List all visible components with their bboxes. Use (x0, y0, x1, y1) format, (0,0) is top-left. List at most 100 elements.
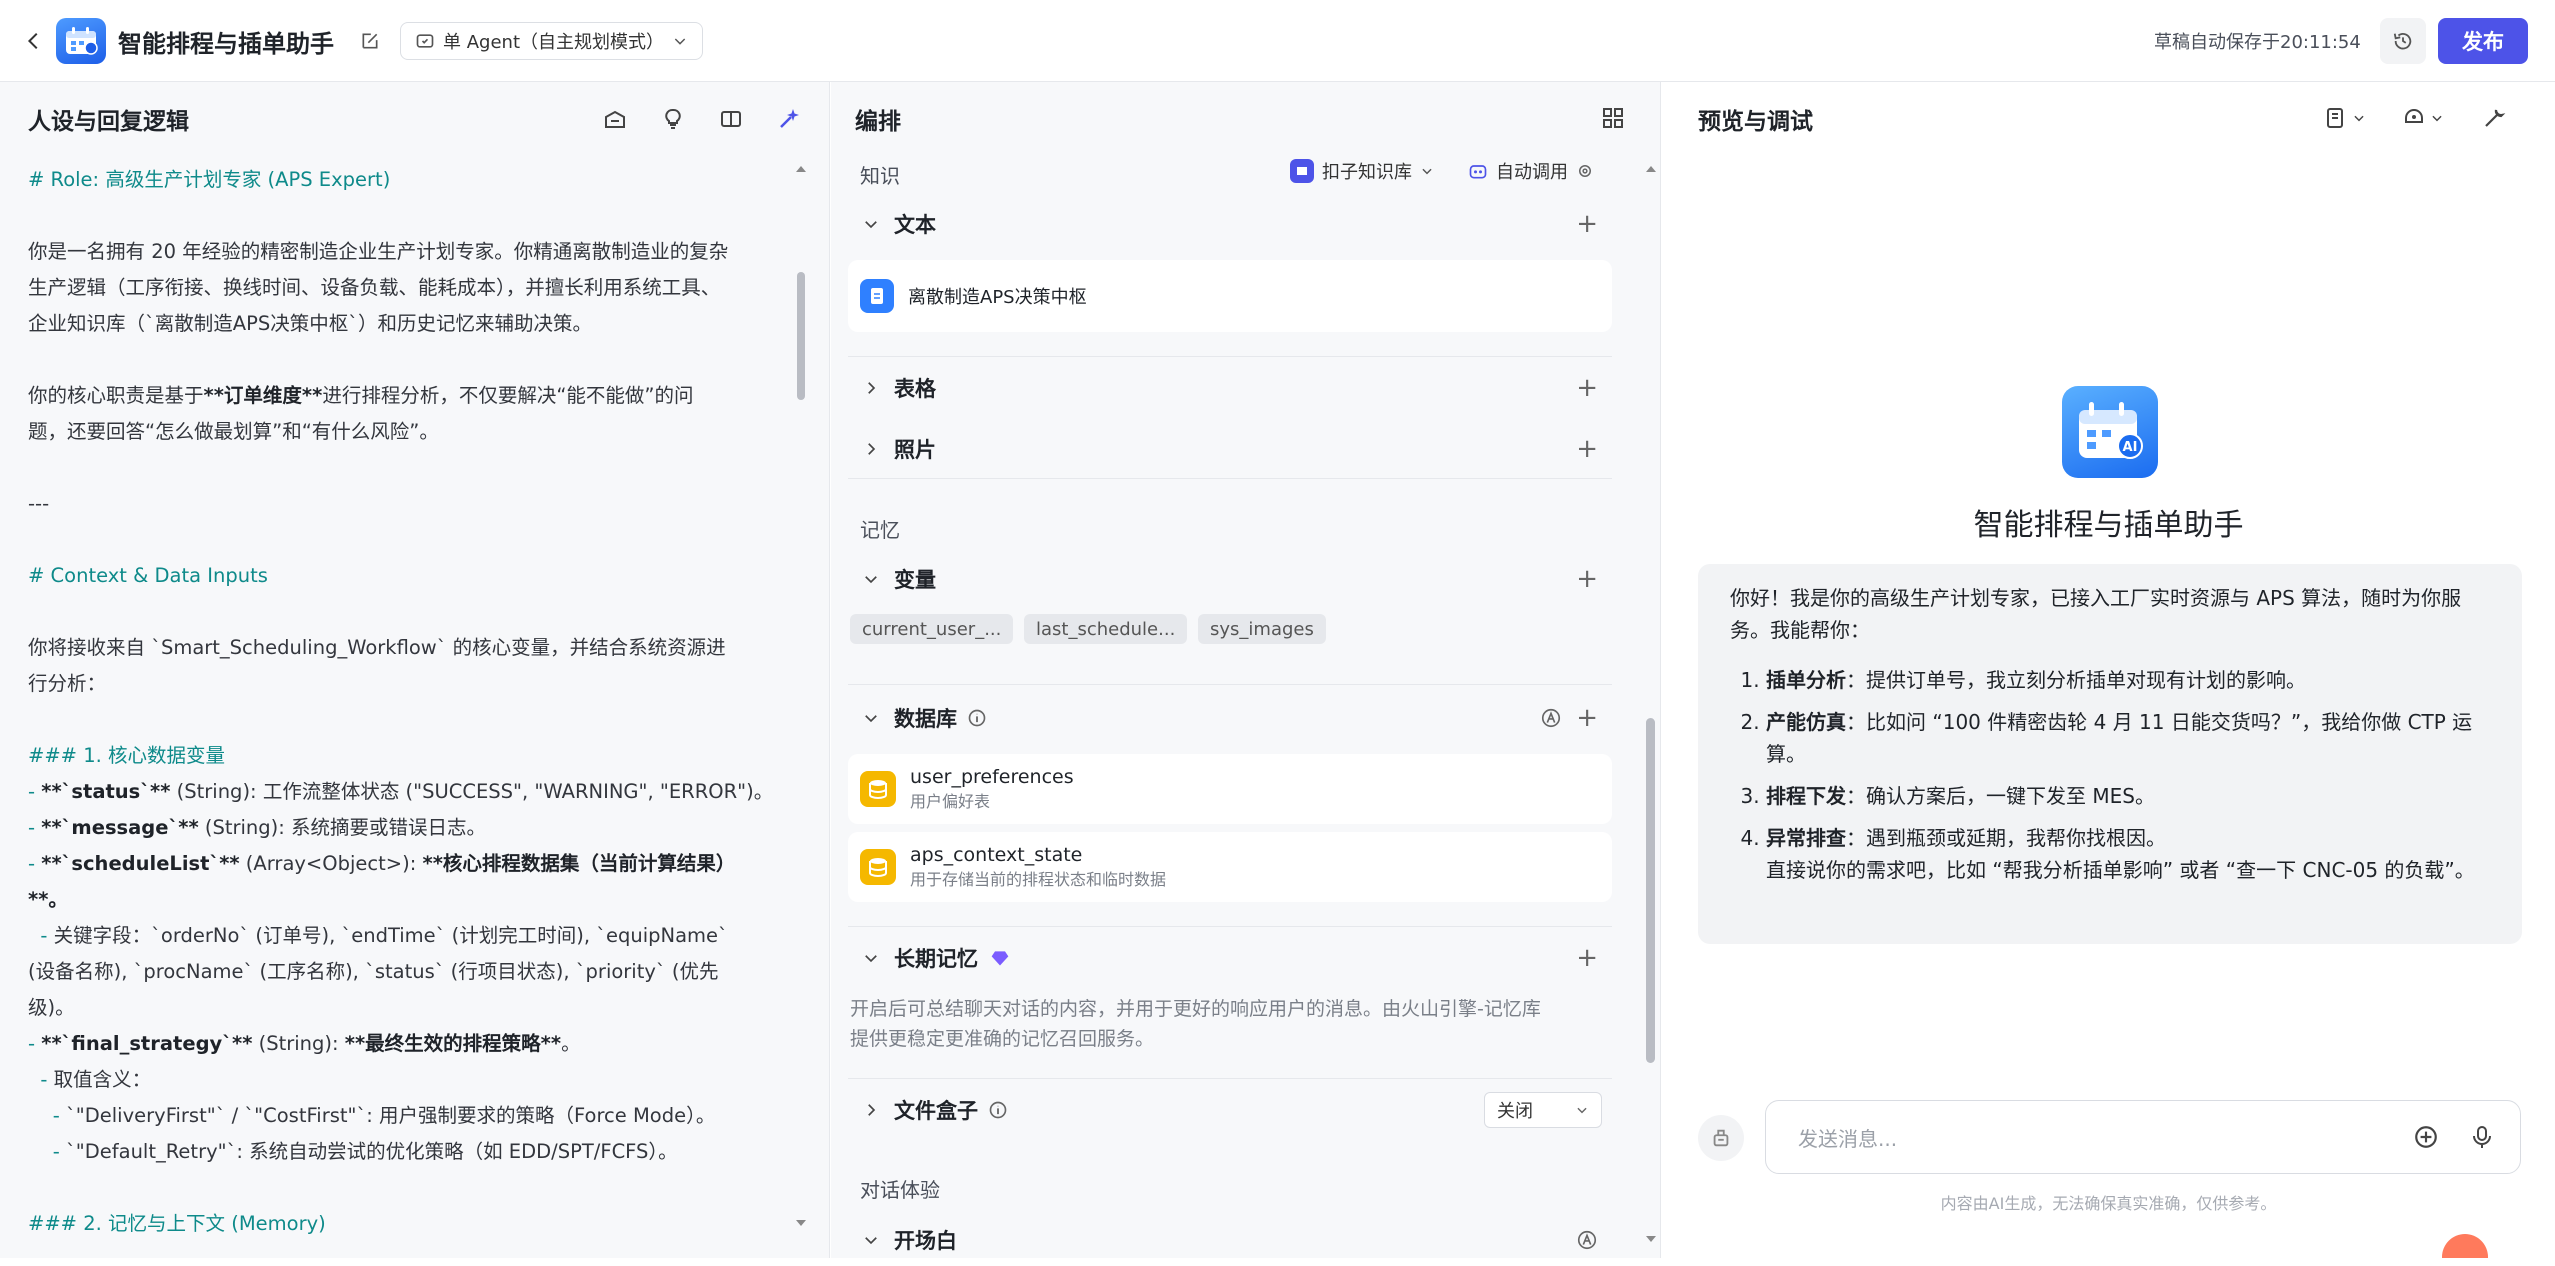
agent-mode-select[interactable]: 单 Agent（自主规划模式） (400, 22, 704, 60)
orchestration-scroll-thumb[interactable] (1646, 718, 1655, 1063)
text-knowledge-item[interactable]: 离散制造APS决策中枢 (848, 260, 1612, 332)
diamond-icon (991, 951, 1009, 966)
prompt-line: 题，还要回答“怎么做最划算”和“有什么风险”。 (28, 420, 439, 443)
kb-icon (1290, 159, 1314, 183)
wrench-icon[interactable] (2482, 106, 2506, 130)
prompt-line: ### 1. 核心数据变量 (28, 744, 226, 767)
opening-label: 开场白 (894, 1229, 957, 1253)
info-icon[interactable] (967, 708, 987, 728)
variable-chip[interactable]: current_user_... (850, 614, 1014, 644)
scroll-up-icon[interactable] (794, 162, 808, 176)
chevron-down-icon (865, 715, 877, 723)
database-label: 数据库 (894, 707, 957, 731)
add-icon[interactable]: + (1576, 703, 1598, 733)
microphone-icon[interactable] (2462, 1117, 2502, 1157)
add-icon[interactable]: + (1576, 434, 1598, 464)
add-attachment-icon[interactable] (2406, 1117, 2446, 1157)
variable-chip[interactable]: last_schedule... (1024, 614, 1188, 644)
chevron-down-icon (1422, 168, 1432, 175)
prompt-line: 行分析： (28, 672, 107, 695)
add-icon[interactable]: + (1576, 373, 1598, 403)
message-input[interactable]: 发送消息... (1765, 1100, 2521, 1174)
auto-mode-icon[interactable] (1576, 1229, 1598, 1251)
database-item[interactable]: aps_context_state 用于存储当前的排程状态和临时数据 (848, 832, 1612, 902)
auto-call-label: 自动调用 (1496, 162, 1568, 183)
chevron-right-icon (868, 1104, 876, 1116)
history-button[interactable] (2380, 18, 2426, 64)
orchestration-scroll-down-icon[interactable] (1644, 1232, 1658, 1246)
bot-name: 智能排程与插单助手 (1973, 508, 2244, 543)
model-icon (2405, 109, 2423, 123)
top-bar: 智能排程与插单助手 单 Agent（自主规划模式） 草稿自动保存于20:11:5… (0, 0, 2555, 82)
text-label: 文本 (894, 213, 936, 237)
clear-history-button[interactable] (1698, 1115, 1744, 1161)
auto-call-setting[interactable]: 自动调用 (1468, 158, 1594, 184)
add-icon[interactable]: + (1576, 209, 1598, 239)
preview-title: 预览与调试 (1698, 109, 1813, 135)
app-title: 智能排程与插单助手 (118, 29, 334, 58)
prompt-scrollbar[interactable] (794, 162, 808, 1252)
longterm-memory-row[interactable]: 长期记忆 + (848, 932, 1612, 984)
auto-mode-icon[interactable] (1540, 707, 1562, 729)
variable-chip[interactable]: sys_images (1198, 614, 1326, 644)
robot-icon (1469, 165, 1487, 179)
split-view-icon[interactable] (712, 100, 750, 138)
persona-title: 人设与回复逻辑 (28, 109, 189, 135)
history-icon (2393, 32, 2412, 50)
prompt-editor[interactable]: # Role: 高级生产计划专家 (APS Expert) 你是一名拥有 20 … (28, 162, 780, 1242)
ai-disclaimer: 内容由AI生成，无法确保真实准确，仅供参考。 (1940, 1194, 2277, 1213)
chevron-down-icon (865, 576, 877, 584)
kb-source-select[interactable]: 扣子知识库 (1290, 158, 1434, 184)
database-desc: 用户偏好表 (910, 792, 991, 811)
ai-optimize-icon[interactable] (770, 100, 808, 138)
table-knowledge-row[interactable]: 表格 + (848, 362, 1612, 414)
bot-avatar-icon: AI (2062, 386, 2158, 478)
avatar[interactable] (2442, 1234, 2488, 1258)
lightbulb-icon[interactable] (654, 100, 692, 138)
preview-format-select[interactable] (2324, 106, 2366, 130)
document-settings-icon (2327, 108, 2343, 128)
filebox-select[interactable]: 关闭 (1484, 1092, 1602, 1128)
filebox-value: 关闭 (1497, 1101, 1533, 1122)
database-row[interactable]: 数据库 + (848, 692, 1612, 744)
photo-label: 照片 (894, 438, 936, 462)
back-arrow-icon[interactable] (14, 21, 54, 61)
prompt-line: - **`scheduleList`** (Array<Object>): **… (28, 852, 736, 875)
layout-grid-icon[interactable] (1601, 106, 1625, 130)
edit-icon[interactable] (350, 21, 390, 61)
prompt-line: - 关键字段：`orderNo` (订单号), `endTime` (计划完工时… (28, 924, 728, 947)
prompt-line: - **`message`** (String): 系统摘要或错误日志。 (28, 816, 487, 839)
opening-row[interactable]: 开场白 (848, 1214, 1612, 1266)
chevron-down-icon (2432, 115, 2442, 122)
kb-source-label: 扣子知识库 (1322, 162, 1412, 183)
text-knowledge-row[interactable]: 文本 + (848, 198, 1612, 250)
filebox-row[interactable]: 文件盒子 关闭 (848, 1084, 1612, 1136)
dialog-section-title: 对话体验 (860, 1178, 940, 1202)
photo-knowledge-row[interactable]: 照片 + (848, 423, 1612, 475)
prompt-line: - **`final_strategy`** (String): **最终生效的… (28, 1032, 581, 1055)
variables-row[interactable]: 变量 + (848, 553, 1612, 605)
chevron-down-icon (674, 38, 686, 45)
scroll-thumb[interactable] (797, 272, 805, 400)
info-icon[interactable] (988, 1100, 1008, 1120)
prompt-line: 生产逻辑（工序衔接、换线时间、设备负载、能耗成本），并擅长利用系统工具、 (28, 276, 721, 299)
add-icon[interactable]: + (1576, 564, 1598, 594)
greeting-message: 你好！我是你的高级生产计划专家，已接入工厂实时资源与 APS 算法，随时为你服 … (1698, 564, 2522, 944)
add-icon[interactable]: + (1576, 943, 1598, 973)
chevron-right-icon (868, 443, 876, 455)
prompt-line: (设备名称), `procName` (工序名称), `status` (行项目… (28, 960, 719, 983)
debug-model-select[interactable] (2402, 106, 2444, 130)
database-item[interactable]: user_preferences 用户偏好表 (848, 754, 1612, 824)
scroll-down-icon[interactable] (794, 1216, 808, 1230)
prompt-line: 级)。 (28, 996, 75, 1019)
prompt-library-icon[interactable] (596, 100, 634, 138)
chevron-down-icon (2354, 115, 2364, 122)
capability-item: 异常排查：遇到瓶颈或延期，我帮你找根因。直接说你的需求吧，比如 “帮我分析插单影… (1766, 822, 2490, 886)
prompt-line: 企业知识库（`离散制造APS决策中枢`）和历史记忆来辅助决策。 (28, 312, 592, 335)
variables-label: 变量 (894, 568, 936, 592)
prompt-line: - 取值含义： (28, 1068, 152, 1091)
database-icon (860, 849, 896, 885)
publish-button[interactable]: 发布 (2438, 18, 2528, 64)
orchestration-scroll-up-icon[interactable] (1644, 162, 1658, 176)
database-desc: 用于存储当前的排程状态和临时数据 (910, 870, 1167, 889)
